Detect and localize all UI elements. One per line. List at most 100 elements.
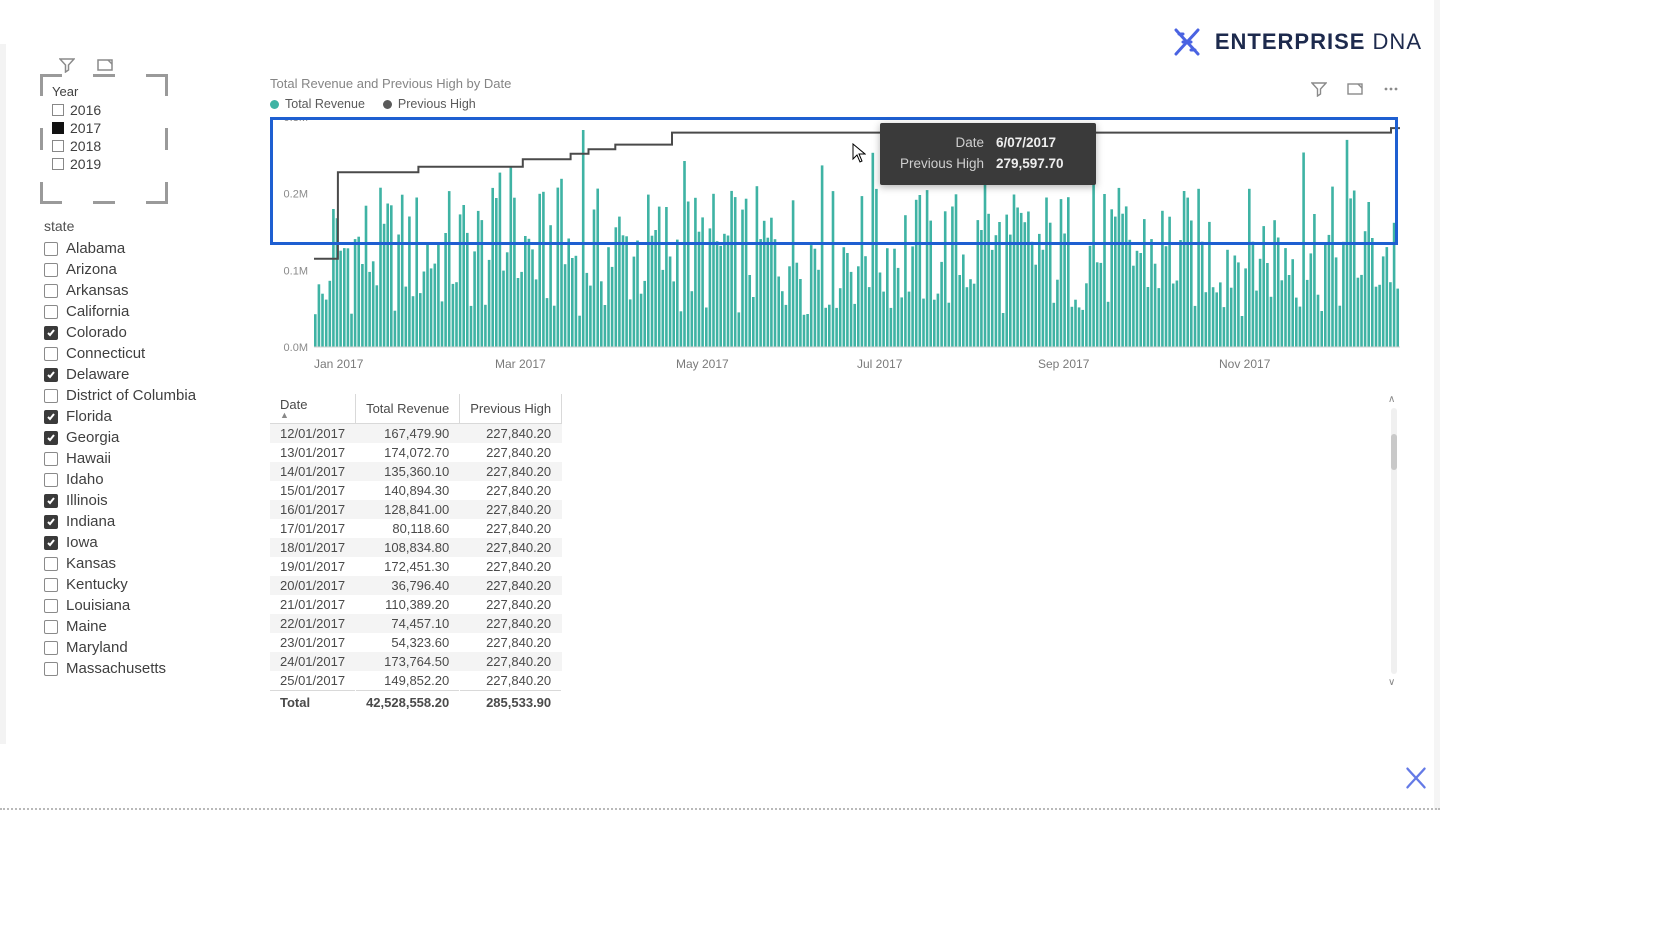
checkbox-icon[interactable]	[44, 452, 58, 466]
checkbox-icon[interactable]	[44, 662, 58, 676]
y-axis-label: 0.0M	[284, 342, 308, 353]
checkbox-icon[interactable]	[44, 326, 58, 340]
checkbox-icon[interactable]	[52, 122, 64, 134]
data-table[interactable]: Date▲Total RevenuePrevious High 12/01/20…	[270, 394, 562, 714]
state-option[interactable]: Hawaii	[44, 448, 244, 469]
year-option[interactable]: 2016	[52, 101, 156, 119]
checkbox-icon[interactable]	[44, 599, 58, 613]
state-option[interactable]: Maryland	[44, 637, 244, 658]
table-row[interactable]: 15/01/2017140,894.30227,840.20	[270, 481, 562, 500]
outer-scrollbar[interactable]	[1434, 0, 1440, 810]
table-row[interactable]: 24/01/2017173,764.50227,840.20	[270, 652, 562, 671]
state-option-label: Florida	[66, 408, 112, 425]
checkbox-icon[interactable]	[52, 140, 64, 152]
table-header[interactable]: Date▲	[270, 394, 356, 424]
state-option[interactable]: Alabama	[44, 238, 244, 259]
state-option[interactable]: Idaho	[44, 469, 244, 490]
table-scrollbar[interactable]: ∧ ∨	[1388, 394, 1400, 688]
state-option[interactable]: Massachusetts	[44, 658, 244, 679]
state-option[interactable]: Indiana	[44, 511, 244, 532]
legend-item-total-revenue[interactable]: Total Revenue	[270, 97, 365, 111]
checkbox-icon[interactable]	[44, 431, 58, 445]
table-cell: 174,072.70	[356, 443, 460, 462]
checkbox-icon[interactable]	[44, 557, 58, 571]
filter-icon[interactable]	[1310, 80, 1328, 98]
state-option[interactable]: Florida	[44, 406, 244, 427]
checkbox-icon[interactable]	[44, 242, 58, 256]
state-option[interactable]: Connecticut	[44, 343, 244, 364]
table-row[interactable]: 21/01/2017110,389.20227,840.20	[270, 595, 562, 614]
state-option[interactable]: Iowa	[44, 532, 244, 553]
table-row[interactable]: 22/01/201774,457.10227,840.20	[270, 614, 562, 633]
more-options-icon[interactable]	[1382, 80, 1400, 98]
state-option[interactable]: Arizona	[44, 259, 244, 280]
subscribe-icon[interactable]	[1402, 764, 1430, 792]
state-option[interactable]: Kentucky	[44, 574, 244, 595]
state-slicer-title: state	[44, 218, 244, 234]
table-visual[interactable]: Date▲Total RevenuePrevious High 12/01/20…	[270, 394, 1400, 688]
state-option-label: District of Columbia	[66, 387, 196, 404]
state-option[interactable]: Delaware	[44, 364, 244, 385]
checkbox-icon[interactable]	[44, 494, 58, 508]
checkbox-icon[interactable]	[44, 347, 58, 361]
checkbox-icon[interactable]	[44, 641, 58, 655]
table-row[interactable]: 23/01/201754,323.60227,840.20	[270, 633, 562, 652]
table-cell: 227,840.20	[460, 519, 562, 538]
table-cell: 227,840.20	[460, 652, 562, 671]
table-row[interactable]: 18/01/2017108,834.80227,840.20	[270, 538, 562, 557]
table-row[interactable]: 12/01/2017167,479.90227,840.20	[270, 424, 562, 444]
checkbox-icon[interactable]	[44, 515, 58, 529]
bars-total-revenue[interactable]	[314, 130, 1399, 347]
checkbox-icon[interactable]	[52, 158, 64, 170]
year-slicer[interactable]: Year 2016201720182019	[44, 78, 164, 181]
table-header[interactable]: Previous High	[460, 394, 562, 424]
state-option[interactable]: Kansas	[44, 553, 244, 574]
table-header[interactable]: Total Revenue	[356, 394, 460, 424]
checkbox-icon[interactable]	[44, 410, 58, 424]
state-option-label: Georgia	[66, 429, 119, 446]
year-option[interactable]: 2018	[52, 137, 156, 155]
filter-icon[interactable]	[58, 56, 76, 74]
table-row[interactable]: 19/01/2017172,451.30227,840.20	[270, 557, 562, 576]
table-cell: 173,764.50	[356, 652, 460, 671]
scroll-thumb[interactable]	[1391, 434, 1397, 470]
focus-mode-icon[interactable]	[1346, 80, 1364, 98]
checkbox-icon[interactable]	[52, 104, 64, 116]
focus-mode-icon[interactable]	[96, 56, 114, 74]
state-option-label: Illinois	[66, 492, 108, 509]
checkbox-icon[interactable]	[44, 473, 58, 487]
table-cell: 80,118.60	[356, 519, 460, 538]
year-option[interactable]: 2017	[52, 119, 156, 137]
checkbox-icon[interactable]	[44, 305, 58, 319]
state-option[interactable]: Georgia	[44, 427, 244, 448]
state-option[interactable]: Colorado	[44, 322, 244, 343]
state-option[interactable]: Louisiana	[44, 595, 244, 616]
checkbox-icon[interactable]	[44, 389, 58, 403]
year-option-label: 2019	[70, 156, 101, 172]
state-option-label: Idaho	[66, 471, 104, 488]
state-option[interactable]: Maine	[44, 616, 244, 637]
table-row[interactable]: 20/01/201736,796.40227,840.20	[270, 576, 562, 595]
state-option[interactable]: Illinois	[44, 490, 244, 511]
table-row[interactable]: 13/01/2017174,072.70227,840.20	[270, 443, 562, 462]
scroll-up-icon[interactable]: ∧	[1388, 394, 1395, 405]
checkbox-icon[interactable]	[44, 578, 58, 592]
table-row[interactable]: 25/01/2017149,852.20227,840.20	[270, 671, 562, 691]
state-option[interactable]: California	[44, 301, 244, 322]
table-row[interactable]: 14/01/2017135,360.10227,840.20	[270, 462, 562, 481]
checkbox-icon[interactable]	[44, 368, 58, 382]
legend-item-previous-high[interactable]: Previous High	[383, 97, 476, 111]
scroll-down-icon[interactable]: ∨	[1388, 677, 1395, 688]
year-option[interactable]: 2019	[52, 155, 156, 173]
state-option[interactable]: District of Columbia	[44, 385, 244, 406]
checkbox-icon[interactable]	[44, 284, 58, 298]
checkbox-icon[interactable]	[44, 263, 58, 277]
checkbox-icon[interactable]	[44, 620, 58, 634]
state-option[interactable]: Arkansas	[44, 280, 244, 301]
checkbox-icon[interactable]	[44, 536, 58, 550]
table-row[interactable]: 17/01/201780,118.60227,840.20	[270, 519, 562, 538]
chart-plot-area[interactable]: 0.3M0.2M0.1M0.0M Date6/07/2017 Previous …	[270, 117, 1400, 353]
chart-visual[interactable]: Total Revenue and Previous High by Date …	[270, 76, 1400, 372]
table-row[interactable]: 16/01/2017128,841.00227,840.20	[270, 500, 562, 519]
state-slicer[interactable]: state AlabamaArizonaArkansasCaliforniaCo…	[44, 218, 244, 679]
